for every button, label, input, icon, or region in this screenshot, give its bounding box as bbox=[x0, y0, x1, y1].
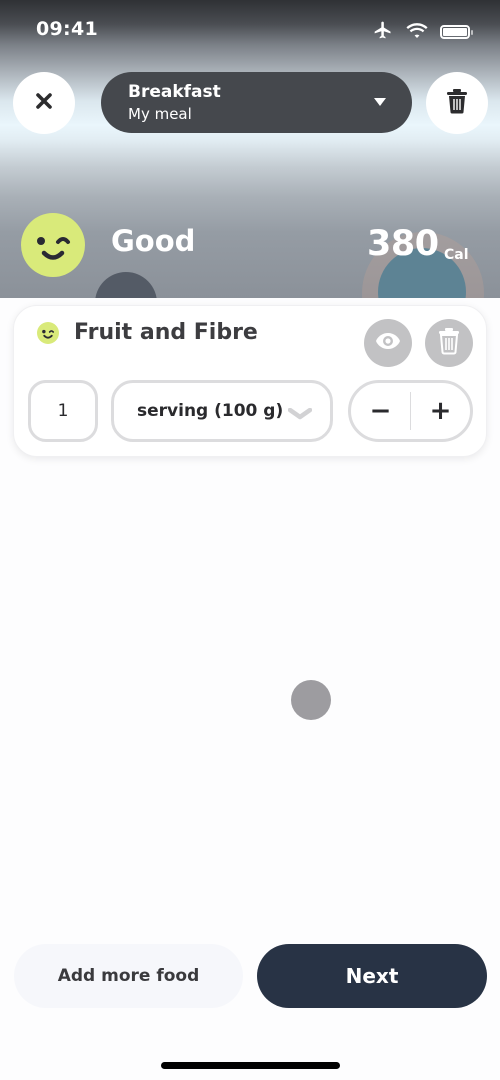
food-name: Fruit and Fibre bbox=[74, 320, 258, 345]
serving-unit-dropdown[interactable]: serving (100 g) bbox=[111, 380, 333, 442]
battery-icon bbox=[440, 25, 473, 39]
status-bar: 09:41 bbox=[0, 0, 500, 60]
trash-icon bbox=[438, 327, 460, 359]
meal-edit-screen: 09:41 Breakfast My meal Good 380 Cal Fru… bbox=[0, 0, 500, 1080]
airplane-mode-icon bbox=[372, 20, 394, 44]
quantity-stepper[interactable]: − + bbox=[348, 380, 473, 442]
meal-type-label: Breakfast bbox=[128, 82, 221, 102]
trash-icon bbox=[446, 88, 468, 118]
eye-icon bbox=[375, 332, 401, 354]
add-more-food-button[interactable]: Add more food bbox=[14, 944, 243, 1008]
winking-face-icon bbox=[21, 213, 85, 277]
calories-value: 380 bbox=[367, 224, 439, 264]
status-icons bbox=[372, 20, 473, 44]
caret-down-icon bbox=[374, 98, 386, 106]
serving-unit-value: serving (100 g) bbox=[137, 401, 284, 421]
next-button[interactable]: Next bbox=[257, 944, 487, 1008]
quantity-input[interactable]: 1 bbox=[28, 380, 98, 442]
loading-indicator bbox=[291, 680, 331, 720]
home-indicator[interactable] bbox=[161, 1062, 340, 1069]
winking-face-icon bbox=[37, 322, 59, 344]
delete-food-button[interactable] bbox=[425, 319, 473, 367]
meal-type-dropdown[interactable]: Breakfast My meal bbox=[101, 72, 412, 133]
wifi-icon bbox=[406, 22, 428, 43]
meal-score-label: Good bbox=[111, 224, 196, 258]
photo-blur-shape bbox=[95, 272, 157, 298]
status-time: 09:41 bbox=[36, 18, 98, 40]
chevron-down-icon bbox=[287, 405, 313, 425]
increment-button[interactable]: + bbox=[411, 383, 470, 439]
quantity-value: 1 bbox=[57, 401, 69, 421]
food-item-card: Fruit and Fibre 1 serving (100 g) − + bbox=[13, 305, 487, 457]
calories-unit: Cal bbox=[444, 247, 469, 263]
decrement-button[interactable]: − bbox=[351, 383, 410, 439]
delete-meal-button[interactable] bbox=[426, 72, 488, 134]
close-button[interactable] bbox=[13, 72, 75, 134]
close-icon bbox=[35, 92, 53, 114]
view-food-button[interactable] bbox=[364, 319, 412, 367]
meal-name-label: My meal bbox=[128, 105, 192, 123]
meal-photo-header: 09:41 Breakfast My meal Good 380 Cal bbox=[0, 0, 500, 298]
